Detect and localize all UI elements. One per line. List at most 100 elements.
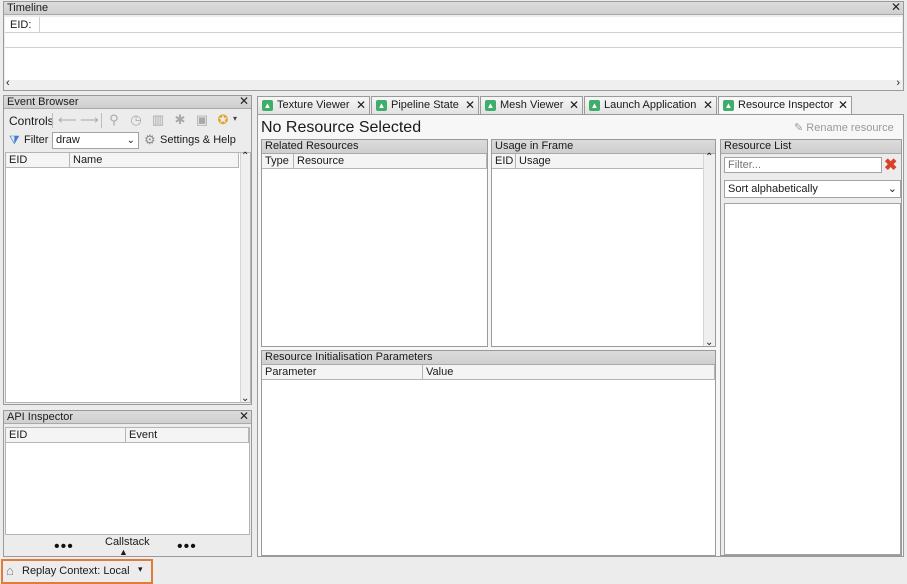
clear-filter-icon[interactable]: ✖ bbox=[884, 155, 897, 175]
related-resources-group: Related Resources Type Resource bbox=[261, 139, 488, 347]
api-events-header: EID Event bbox=[6, 428, 249, 443]
close-icon[interactable]: ✕ bbox=[239, 410, 249, 423]
replay-context-button[interactable]: ⌂ Replay Context: Local ▾ bbox=[1, 559, 153, 584]
timeline-eid-row: EID: bbox=[5, 17, 902, 33]
close-icon[interactable]: ✕ bbox=[356, 97, 366, 114]
tab-launch-application[interactable]: ▲ Launch Application ✕ bbox=[584, 96, 717, 114]
event-tree[interactable]: EID Name ⌃ ⌄ bbox=[5, 151, 251, 404]
sort-value: Sort alphabetically bbox=[728, 183, 818, 195]
column-header-resource[interactable]: Resource bbox=[294, 154, 487, 169]
close-icon[interactable]: ✕ bbox=[891, 1, 901, 14]
init-params-group: Resource Initialisation Parameters Param… bbox=[261, 350, 716, 556]
resource-filter-input[interactable] bbox=[724, 157, 882, 173]
column-header-parameter[interactable]: Parameter bbox=[262, 365, 423, 380]
timeline-title: Timeline bbox=[7, 2, 49, 14]
timeline-eid-divider bbox=[39, 17, 40, 33]
scroll-right-icon[interactable]: › bbox=[896, 77, 900, 89]
resource-list-view[interactable] bbox=[724, 203, 901, 555]
tab-pipeline-state[interactable]: ▲ Pipeline State ✕ bbox=[371, 96, 479, 114]
init-params-title: Resource Initialisation Parameters bbox=[265, 351, 433, 363]
column-header-usage[interactable]: Usage bbox=[516, 154, 704, 169]
splitter-right-handle[interactable]: ••• bbox=[177, 539, 197, 555]
event-browser-title: Event Browser bbox=[7, 96, 79, 108]
tab-label: Resource Inspector bbox=[738, 99, 834, 111]
timeline-canvas[interactable]: EID: bbox=[5, 17, 902, 80]
usage-in-frame-group: Usage in Frame EID Usage ⌃ ⌄ bbox=[491, 139, 716, 348]
window-icon: ▲ bbox=[262, 100, 273, 111]
bookmark-icon[interactable]: ✪ bbox=[215, 112, 231, 128]
replay-context-label: Replay Context: Local bbox=[22, 565, 130, 577]
scroll-down-icon[interactable]: ⌄ bbox=[705, 337, 713, 348]
usage-in-frame-header: EID Usage bbox=[492, 154, 704, 169]
tab-mesh-viewer[interactable]: ▲ Mesh Viewer ✕ bbox=[480, 96, 583, 114]
filter-label: Filter bbox=[24, 134, 49, 146]
column-header-eid[interactable]: EID bbox=[492, 154, 516, 169]
sort-dropdown[interactable]: Sort alphabetically ⌄ bbox=[724, 180, 901, 198]
chevron-down-icon[interactable]: ⌄ bbox=[888, 181, 897, 197]
related-resources-title: Related Resources bbox=[265, 140, 359, 152]
scroll-up-icon[interactable]: ⌃ bbox=[241, 151, 249, 162]
timer-icon[interactable]: ◷ bbox=[128, 112, 144, 128]
window-icon: ▲ bbox=[723, 100, 734, 111]
column-header-event[interactable]: Event bbox=[126, 428, 249, 443]
settings-icon[interactable]: ✱ bbox=[172, 112, 188, 128]
filter-row: ⧩ Filter draw ⌄ ⚙ Settings & Help bbox=[4, 132, 251, 150]
splitter-left-handle[interactable]: ••• bbox=[54, 539, 74, 555]
scroll-down-icon[interactable]: ⌄ bbox=[241, 393, 249, 404]
usage-in-frame-titlebar: Usage in Frame bbox=[492, 140, 715, 154]
forward-icon[interactable]: ⟶ bbox=[80, 112, 99, 128]
find-icon[interactable]: ⚲ bbox=[106, 112, 122, 128]
close-icon[interactable]: ✕ bbox=[838, 97, 848, 114]
timeline-eid-label: EID: bbox=[10, 19, 32, 31]
init-params-titlebar: Resource Initialisation Parameters bbox=[262, 351, 715, 365]
settings-help-button[interactable]: Settings & Help bbox=[160, 134, 236, 146]
stats-icon[interactable]: ▥ bbox=[150, 112, 166, 128]
bookmark-dropdown-icon[interactable]: ▾ bbox=[233, 114, 237, 123]
house-icon: ⌂ bbox=[6, 563, 14, 578]
tab-texture-viewer[interactable]: ▲ Texture Viewer ✕ bbox=[257, 96, 370, 114]
timeline-hscroll[interactable]: ‹ › bbox=[5, 77, 902, 90]
init-params-header: Parameter Value bbox=[262, 365, 715, 380]
resource-list-group: Resource List ✖ Sort alphabetically ⌄ bbox=[720, 139, 902, 556]
scroll-left-icon[interactable]: ‹ bbox=[6, 77, 10, 89]
back-icon[interactable]: ⟵ bbox=[58, 112, 77, 128]
column-header-eid[interactable]: EID bbox=[6, 153, 70, 168]
callstack-expand-icon[interactable]: ▲ bbox=[119, 547, 128, 557]
event-tree-scrollbar[interactable]: ⌃ ⌄ bbox=[240, 151, 250, 404]
api-inspector-title: API Inspector bbox=[7, 411, 74, 423]
resource-inspector-panel: No Resource Selected ✎ Rename resource R… bbox=[257, 114, 904, 557]
related-resources-titlebar: Related Resources bbox=[262, 140, 487, 154]
usage-scrollbar[interactable]: ⌃ ⌄ bbox=[703, 152, 715, 348]
resource-list-title: Resource List bbox=[724, 140, 792, 152]
timeline-panel: Timeline ✕ EID: ‹ › bbox=[3, 1, 904, 91]
window-icon: ▲ bbox=[589, 100, 600, 111]
column-header-eid[interactable]: EID bbox=[6, 428, 126, 443]
column-header-name[interactable]: Name bbox=[70, 153, 239, 168]
close-icon[interactable]: ✕ bbox=[569, 97, 579, 114]
close-icon[interactable]: ✕ bbox=[703, 97, 713, 114]
event-browser-titlebar: Event Browser ✕ bbox=[4, 95, 251, 109]
status-bar: ⌂ Replay Context: Local ▾ bbox=[0, 559, 907, 584]
rename-resource-button[interactable]: ✎ Rename resource bbox=[794, 121, 894, 134]
tab-resource-inspector[interactable]: ▲ Resource Inspector ✕ bbox=[718, 96, 852, 115]
chevron-down-icon[interactable]: ⌄ bbox=[127, 133, 135, 148]
timeline-track-divider bbox=[5, 47, 902, 48]
filter-icon: ⧩ bbox=[9, 133, 20, 147]
tab-label: Launch Application bbox=[604, 99, 697, 111]
tab-label: Pipeline State bbox=[391, 99, 459, 111]
column-header-value[interactable]: Value bbox=[423, 365, 715, 380]
close-icon[interactable]: ✕ bbox=[465, 97, 475, 114]
filter-combo[interactable]: draw ⌄ bbox=[52, 132, 139, 149]
timeline-titlebar: Timeline ✕ bbox=[4, 1, 903, 15]
page-title: No Resource Selected bbox=[261, 119, 422, 136]
close-icon[interactable]: ✕ bbox=[239, 95, 249, 108]
scroll-up-icon[interactable]: ⌃ bbox=[705, 152, 713, 163]
usage-in-frame-title: Usage in Frame bbox=[495, 140, 574, 152]
resource-list-titlebar: Resource List bbox=[721, 140, 901, 154]
column-header-type[interactable]: Type bbox=[262, 154, 294, 169]
save-icon[interactable]: ▣ bbox=[194, 112, 210, 128]
gear-icon[interactable]: ⚙ bbox=[144, 132, 156, 148]
api-events-table[interactable]: EID Event bbox=[5, 427, 250, 535]
toolbar-separator bbox=[101, 113, 102, 128]
dropdown-arrow-icon[interactable]: ▾ bbox=[138, 564, 143, 575]
